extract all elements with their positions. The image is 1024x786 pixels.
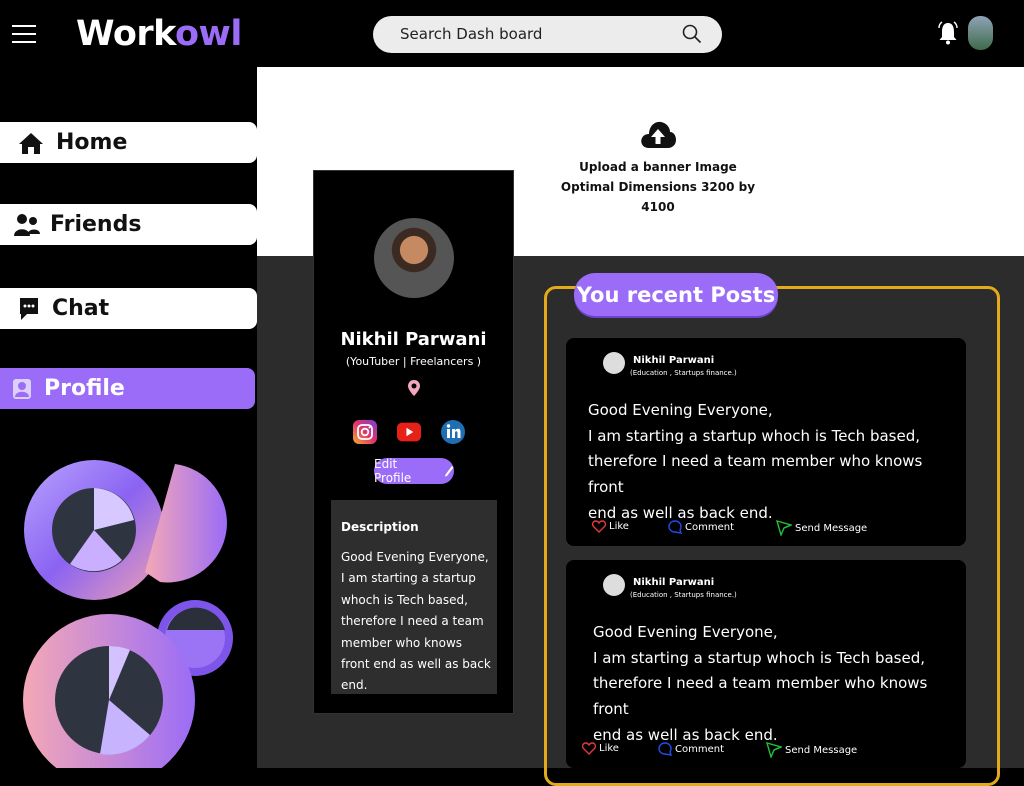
user-avatar[interactable] <box>968 16 993 50</box>
sidebar-item-label: Chat <box>52 296 110 321</box>
post-text-line: therefore I need a team member who knows… <box>588 452 923 497</box>
post-text-line: Good Evening Everyone, <box>588 401 773 419</box>
send-message-button[interactable]: Send Message <box>776 520 867 536</box>
description-panel: Description Good Evening Everyone, I am … <box>331 500 497 694</box>
post-card: Nikhil Parwani (Education , Startups fin… <box>566 338 966 546</box>
like-button[interactable]: Like <box>582 742 619 755</box>
sidebar-item-label: Profile <box>44 376 125 401</box>
send-message-label: Send Message <box>785 744 858 756</box>
banner-upload-line1: Upload a banner Image <box>579 160 737 174</box>
post-text-line: end as well as back end. <box>588 503 773 522</box>
menu-icon[interactable] <box>12 25 36 43</box>
upload-cloud-icon[interactable] <box>639 118 677 152</box>
comment-label: Comment <box>675 743 724 755</box>
logo-text-work: Work <box>76 14 176 54</box>
logo-text-owl: owl <box>175 14 242 54</box>
send-message-label: Send Message <box>795 522 868 534</box>
edit-profile-button[interactable]: Edit Profile <box>374 457 454 485</box>
profile-photo <box>374 218 454 298</box>
sidebar-item-friends[interactable]: Friends <box>0 204 257 245</box>
post-text-line: Good Evening Everyone, <box>593 623 778 641</box>
post-username: Nikhil Parwani <box>633 577 715 588</box>
post-avatar <box>603 574 625 596</box>
sidebar-item-home[interactable]: Home <box>0 122 257 163</box>
edit-profile-label: Edit Profile <box>374 457 412 485</box>
decorative-shapes-illustration <box>23 460 233 768</box>
app-logo[interactable]: Workowl <box>76 14 242 54</box>
notification-bell-icon[interactable] <box>938 21 958 45</box>
chat-icon <box>20 297 38 320</box>
social-links <box>353 419 478 447</box>
profile-name: Nikhil Parwani <box>340 329 487 350</box>
description-heading: Description <box>341 520 419 534</box>
comment-button[interactable]: Comment <box>668 520 734 534</box>
sidebar-item-profile[interactable]: Profile <box>0 368 255 409</box>
home-icon <box>19 132 43 154</box>
post-text-line: I am starting a startup whoch is Tech ba… <box>593 648 925 667</box>
instagram-icon[interactable] <box>353 419 377 445</box>
heart-icon <box>582 742 596 755</box>
linkedin-icon[interactable] <box>441 419 465 445</box>
location-pin-icon <box>408 380 420 396</box>
comment-icon <box>668 520 682 534</box>
post-card: Nikhil Parwani (Education , Startups fin… <box>566 560 966 768</box>
comment-label: Comment <box>685 521 734 533</box>
post-text: Good Evening Everyone, I am starting a s… <box>588 398 948 527</box>
post-text-line: therefore I need a team member who knows… <box>593 674 928 719</box>
profile-icon <box>13 378 31 399</box>
heart-icon <box>592 520 606 533</box>
youtube-icon[interactable] <box>397 419 421 445</box>
send-icon <box>776 520 792 536</box>
top-bar: Workowl Search Dash board <box>0 0 1024 67</box>
post-text: Good Evening Everyone, I am starting a s… <box>593 620 953 749</box>
comment-button[interactable]: Comment <box>658 742 724 756</box>
recent-posts-title: You recent Posts <box>574 273 778 316</box>
search-input[interactable]: Search Dash board <box>400 25 542 43</box>
post-text-line: I am starting a startup whoch is Tech ba… <box>588 426 920 445</box>
send-message-button[interactable]: Send Message <box>766 742 857 758</box>
post-username: Nikhil Parwani <box>633 355 715 366</box>
profile-title: (YouTuber | Freelancers ) <box>345 355 482 368</box>
like-button[interactable]: Like <box>592 520 629 533</box>
banner-upload-line2: Optimal Dimensions 3200 by 4100 <box>560 180 756 214</box>
post-user-subtitle: (Education , Startups finance.) <box>630 369 737 377</box>
sidebar-item-chat[interactable]: Chat <box>0 288 257 329</box>
like-label: Like <box>609 521 629 532</box>
sidebar-item-label: Friends <box>50 212 142 237</box>
profile-card: Nikhil Parwani (YouTuber | Freelancers )… <box>313 170 514 714</box>
comment-icon <box>658 742 672 756</box>
search-bar[interactable]: Search Dash board <box>373 16 722 53</box>
post-user-subtitle: (Education , Startups finance.) <box>630 591 737 599</box>
description-text: Good Evening Everyone, I am starting a s… <box>341 550 491 693</box>
post-avatar <box>603 352 625 374</box>
search-icon[interactable] <box>682 24 702 44</box>
pencil-icon <box>445 466 454 477</box>
like-label: Like <box>599 743 619 754</box>
banner-upload-text: Upload a banner Image Optimal Dimensions… <box>548 157 768 217</box>
friends-icon <box>14 213 40 236</box>
send-icon <box>766 742 782 758</box>
sidebar-item-label: Home <box>56 130 128 155</box>
